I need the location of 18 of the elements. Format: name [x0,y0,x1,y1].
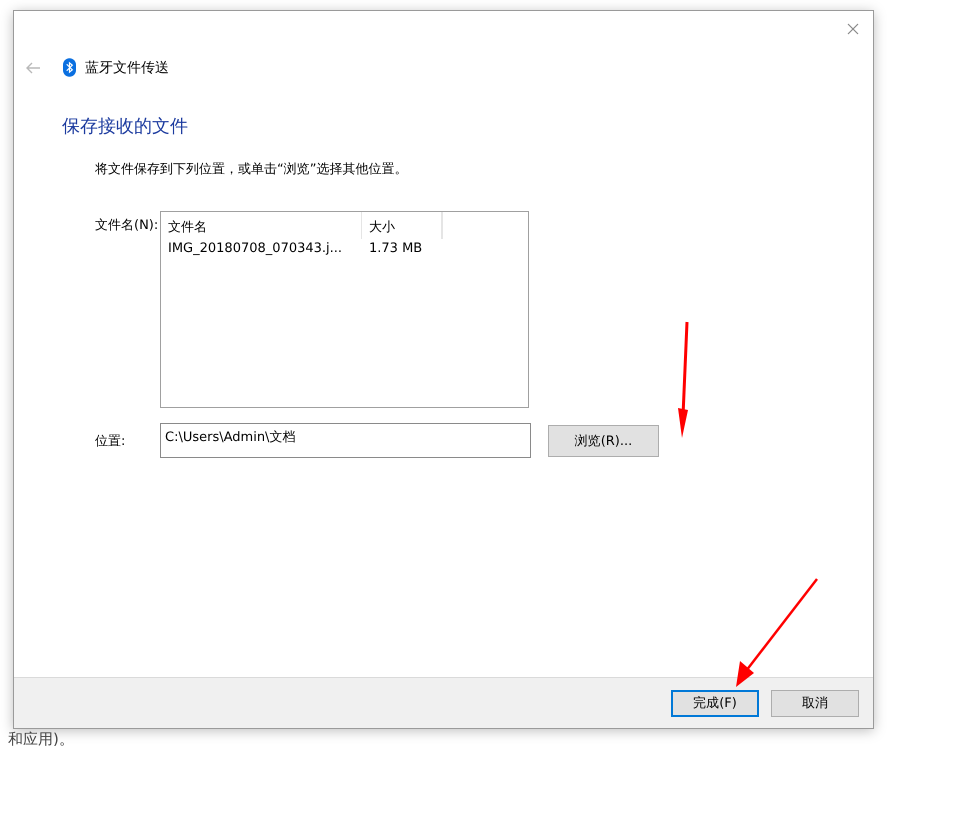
back-arrow-icon[interactable] [25,62,41,74]
cancel-button[interactable]: 取消 [771,690,859,716]
location-field[interactable]: C:\Users\Admin\文档 [160,423,531,458]
finish-button[interactable]: 完成(F) [671,690,759,716]
page-heading: 保存接收的文件 [62,115,189,138]
file-row[interactable]: IMG_20180708_070343.j... 1.73 MB [161,239,528,258]
close-icon[interactable] [847,23,859,35]
file-name-cell-text: IMG_20180708_070343.j... [167,240,344,258]
window-title: 蓝牙文件传送 [85,58,169,76]
file-size-cell-text: 1.73 MB [368,240,424,258]
column-header[interactable]: 大小 [362,212,442,239]
location-label: 位置: [94,433,126,450]
background-text: 和应用)。 [8,730,74,749]
column-header[interactable]: 文件名 [161,212,362,239]
bluetooth-icon [63,58,76,77]
instruction-text: 将文件保存到下列位置，或单击“浏览”选择其他位置。 [95,161,408,178]
browse-button[interactable]: 浏览(R)... [548,425,659,457]
file-name-label: 文件名(N): [94,217,160,235]
